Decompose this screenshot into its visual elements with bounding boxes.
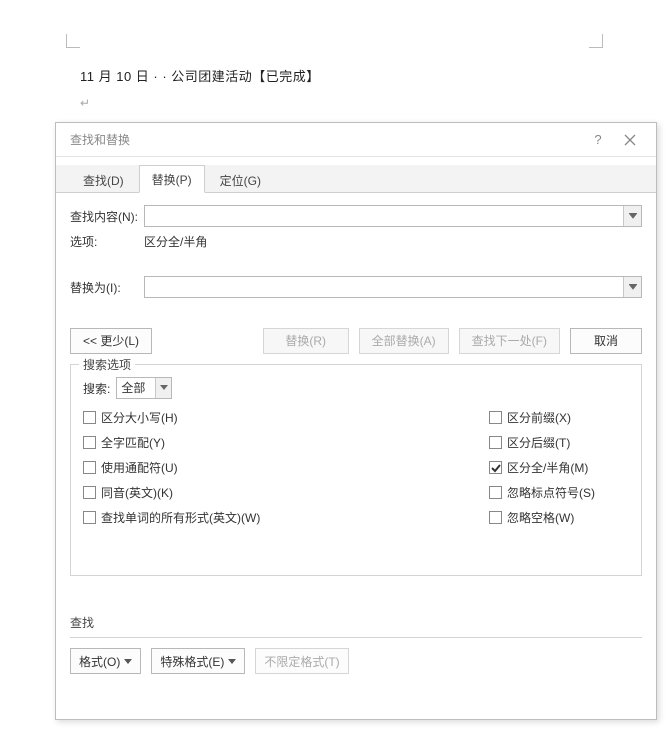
checkbox-column-left: 区分大小写(H) 全字匹配(Y) 使用通配符(U) 同音(英文)(K) 查找单词… bbox=[83, 409, 489, 526]
separator-line bbox=[70, 637, 642, 638]
find-what-label: 查找内容(N): bbox=[70, 208, 144, 225]
checkbox-match-suffix[interactable]: 区分后缀(T) bbox=[489, 434, 629, 451]
find-replace-dialog: 查找和替换 ? 查找(D) 替换(P) 定位(G) 查找内容(N): 选项: 区… bbox=[55, 122, 657, 720]
document-text-line[interactable]: 11 月 10 日 · · 公司团建活动【已完成】 bbox=[80, 66, 320, 85]
dropdown-arrow-icon[interactable] bbox=[623, 277, 641, 297]
replace-with-label: 替换为(I): bbox=[70, 279, 144, 296]
dialog-title: 查找和替换 bbox=[70, 131, 582, 148]
search-direction-label: 搜索: bbox=[83, 380, 110, 397]
find-what-row: 查找内容(N): bbox=[70, 205, 642, 227]
find-section-heading: 查找 bbox=[70, 614, 642, 631]
checkbox-sounds-like[interactable]: 同音(英文)(K) bbox=[83, 484, 489, 501]
search-direction-value: 全部 bbox=[117, 378, 155, 398]
options-value: 区分全/半角 bbox=[144, 233, 207, 250]
search-options-group: 搜索选项 搜索: 全部 区分大小写(H) 全字匹配(Y) bbox=[70, 364, 642, 576]
checkbox-whole-word[interactable]: 全字匹配(Y) bbox=[83, 434, 489, 451]
checkbox-ignore-punctuation[interactable]: 忽略标点符号(S) bbox=[489, 484, 629, 501]
tab-find[interactable]: 查找(D) bbox=[70, 166, 137, 193]
tab-strip: 查找(D) 替换(P) 定位(G) bbox=[56, 165, 656, 193]
replace-with-row: 替换为(I): bbox=[70, 276, 642, 298]
cancel-button[interactable]: 取消 bbox=[570, 328, 642, 354]
replace-button[interactable]: 替换(R) bbox=[263, 328, 349, 354]
page-corner-top-right bbox=[589, 34, 603, 48]
checkbox-match-prefix[interactable]: 区分前缀(X) bbox=[489, 409, 629, 426]
checkbox-ignore-whitespace[interactable]: 忽略空格(W) bbox=[489, 509, 629, 526]
search-direction-select[interactable]: 全部 bbox=[116, 377, 172, 399]
options-row: 选项: 区分全/半角 bbox=[70, 233, 642, 250]
paragraph-mark: ↵ bbox=[80, 96, 90, 110]
find-format-section: 查找 格式(O) 特殊格式(E) 不限定格式(T) bbox=[70, 614, 642, 674]
chevron-down-icon bbox=[155, 378, 171, 398]
find-what-input[interactable] bbox=[145, 206, 623, 226]
checkbox-match-width[interactable]: 区分全/半角(M) bbox=[489, 459, 629, 476]
button-row: << 更少(L) 替换(R) 全部替换(A) 查找下一处(F) 取消 bbox=[70, 328, 642, 354]
dialog-titlebar: 查找和替换 ? bbox=[56, 123, 656, 157]
tab-goto[interactable]: 定位(G) bbox=[207, 166, 274, 193]
chevron-down-icon bbox=[124, 659, 132, 664]
find-what-combo[interactable] bbox=[144, 205, 642, 227]
checkbox-all-word-forms[interactable]: 查找单词的所有形式(英文)(W) bbox=[83, 509, 489, 526]
replace-with-combo[interactable] bbox=[144, 276, 642, 298]
dialog-body: 查找(D) 替换(P) 定位(G) 查找内容(N): 选项: 区分全/半角 替换… bbox=[56, 157, 656, 688]
options-label: 选项: bbox=[70, 233, 144, 250]
replace-all-button[interactable]: 全部替换(A) bbox=[359, 328, 449, 354]
close-icon bbox=[624, 134, 636, 146]
format-dropdown-button[interactable]: 格式(O) bbox=[70, 648, 141, 674]
checkbox-match-case[interactable]: 区分大小写(H) bbox=[83, 409, 489, 426]
special-format-dropdown-button[interactable]: 特殊格式(E) bbox=[151, 648, 245, 674]
replace-with-input[interactable] bbox=[145, 277, 623, 297]
document-background: 11 月 10 日 · · 公司团建活动【已完成】 ↵ bbox=[0, 0, 669, 125]
close-button[interactable] bbox=[614, 127, 646, 153]
checkbox-wildcards[interactable]: 使用通配符(U) bbox=[83, 459, 489, 476]
page-corner-top-left bbox=[66, 34, 80, 48]
no-format-button[interactable]: 不限定格式(T) bbox=[255, 648, 348, 674]
checkbox-column-right: 区分前缀(X) 区分后缀(T) 区分全/半角(M) 忽略标点符号(S) 忽略空格… bbox=[489, 409, 629, 526]
find-next-button[interactable]: 查找下一处(F) bbox=[459, 328, 560, 354]
search-options-legend: 搜索选项 bbox=[79, 356, 135, 373]
search-direction-row: 搜索: 全部 bbox=[83, 377, 629, 399]
chevron-down-icon bbox=[228, 659, 236, 664]
less-button[interactable]: << 更少(L) bbox=[70, 328, 152, 354]
dropdown-arrow-icon[interactable] bbox=[623, 206, 641, 226]
help-button[interactable]: ? bbox=[582, 127, 614, 153]
tab-replace[interactable]: 替换(P) bbox=[139, 165, 205, 193]
